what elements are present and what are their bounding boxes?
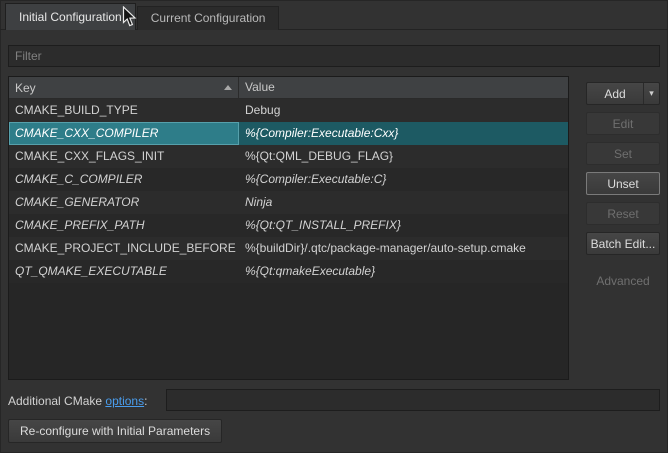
row-key-cell[interactable]: CMAKE_CXX_COMPILER [9, 122, 239, 145]
sort-ascending-icon [224, 85, 232, 90]
configuration-table: Key Value CMAKE_BUILD_TYPEDebugCMAKE_CXX… [8, 76, 569, 380]
set-button: Set [586, 142, 660, 165]
row-key-cell[interactable]: QT_QMAKE_EXECUTABLE [9, 260, 239, 283]
row-value-cell[interactable]: %{Compiler:Executable:Cxx} [239, 122, 568, 145]
table-row[interactable]: CMAKE_GENERATORNinja [9, 191, 568, 214]
additional-cmake-options-label: Additional CMake options: [8, 391, 147, 411]
reset-button: Reset [586, 202, 660, 225]
advanced-checkbox: Advanced [586, 274, 660, 288]
dropdown-arrow-icon: ▾ [643, 83, 659, 104]
row-value-cell[interactable]: %{Qt:qmakeExecutable} [239, 260, 568, 283]
initial-configuration-pane: Key Value CMAKE_BUILD_TYPEDebugCMAKE_CXX… [0, 29, 668, 453]
table-row[interactable]: CMAKE_CXX_FLAGS_INIT%{Qt:QML_DEBUG_FLAG} [9, 145, 568, 168]
row-value-cell[interactable]: %{Qt:QT_INSTALL_PREFIX} [239, 214, 568, 237]
column-header-key[interactable]: Key [9, 77, 239, 98]
cmake-configuration-window: { "tabs": [ {"label": "Initial Configura… [0, 0, 668, 453]
add-button[interactable]: Add ▾ [586, 82, 660, 105]
row-value-cell[interactable]: Debug [239, 99, 568, 122]
row-key-cell[interactable]: CMAKE_PREFIX_PATH [9, 214, 239, 237]
reconfigure-button[interactable]: Re-configure with Initial Parameters [8, 419, 222, 443]
options-label-suffix: : [144, 394, 147, 408]
row-key-cell[interactable]: CMAKE_C_COMPILER [9, 168, 239, 191]
add-button-label: Add [587, 87, 643, 101]
table-row[interactable]: QT_QMAKE_EXECUTABLE%{Qt:qmakeExecutable} [9, 260, 568, 283]
row-value-cell[interactable]: %{Compiler:Executable:C} [239, 168, 568, 191]
table-body: CMAKE_BUILD_TYPEDebugCMAKE_CXX_COMPILER%… [9, 99, 568, 283]
row-key-cell[interactable]: CMAKE_PROJECT_INCLUDE_BEFORE [9, 237, 239, 260]
tab-initial-configuration[interactable]: Initial Configuration [5, 3, 136, 30]
unset-button[interactable]: Unset [586, 172, 660, 195]
table-row[interactable]: CMAKE_CXX_COMPILER%{Compiler:Executable:… [9, 122, 568, 145]
row-key-cell[interactable]: CMAKE_BUILD_TYPE [9, 99, 239, 122]
edit-button: Edit [586, 112, 660, 135]
column-header-value[interactable]: Value [239, 77, 568, 98]
row-key-cell[interactable]: CMAKE_CXX_FLAGS_INIT [9, 145, 239, 168]
configuration-tabbar: Initial Configuration Current Configurat… [5, 3, 280, 30]
batch-edit-button[interactable]: Batch Edit... [586, 232, 660, 255]
cmake-options-input[interactable] [166, 389, 660, 411]
tab-current-configuration[interactable]: Current Configuration [137, 6, 280, 30]
row-value-cell[interactable]: %{Qt:QML_DEBUG_FLAG} [239, 145, 568, 168]
filter-input[interactable] [8, 45, 660, 67]
table-row[interactable]: CMAKE_BUILD_TYPEDebug [9, 99, 568, 122]
table-header: Key Value [9, 77, 568, 99]
row-key-cell[interactable]: CMAKE_GENERATOR [9, 191, 239, 214]
row-value-cell[interactable]: Ninja [239, 191, 568, 214]
row-value-cell[interactable]: %{buildDir}/.qtc/package-manager/auto-se… [239, 237, 568, 260]
options-label-prefix: Additional CMake [8, 394, 105, 408]
table-row[interactable]: CMAKE_PROJECT_INCLUDE_BEFORE%{buildDir}/… [9, 237, 568, 260]
table-row[interactable]: CMAKE_C_COMPILER%{Compiler:Executable:C} [9, 168, 568, 191]
options-link[interactable]: options [105, 394, 144, 408]
column-header-key-label: Key [15, 78, 36, 98]
table-row[interactable]: CMAKE_PREFIX_PATH%{Qt:QT_INSTALL_PREFIX} [9, 214, 568, 237]
